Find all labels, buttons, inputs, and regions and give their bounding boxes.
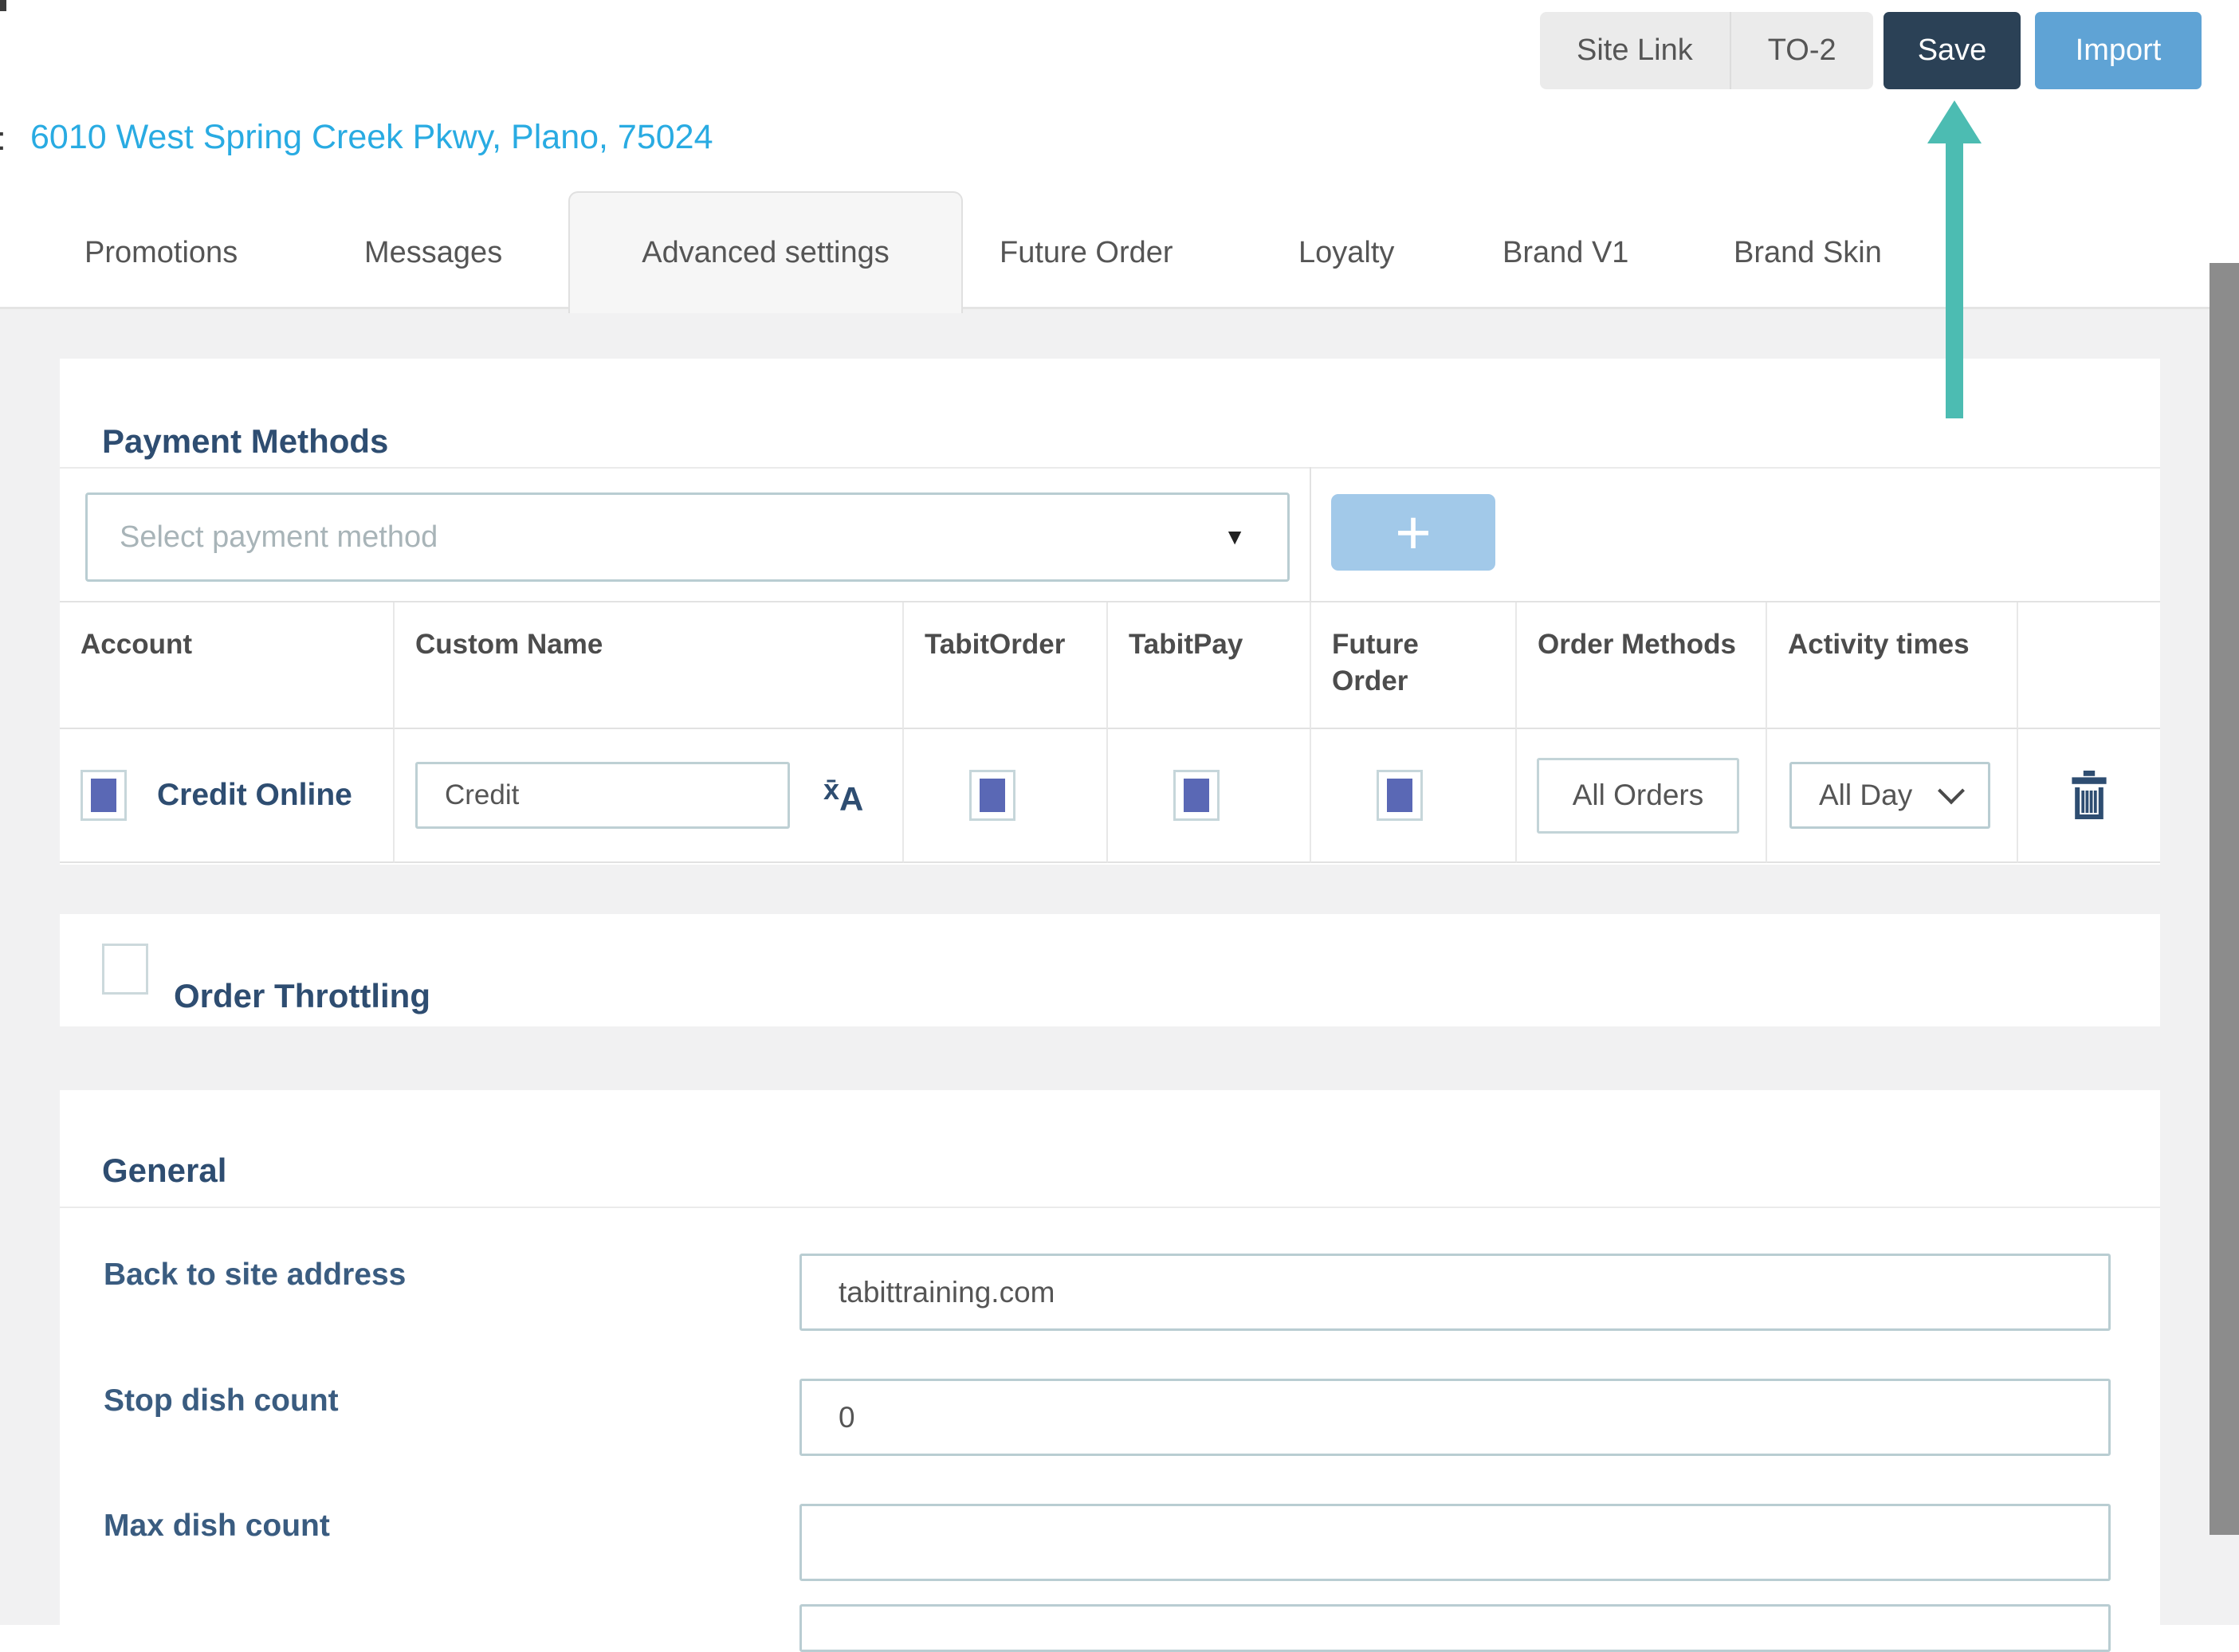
activity-times-select[interactable]: All Day xyxy=(1789,762,1990,829)
order-methods-button[interactable]: All Orders xyxy=(1537,758,1739,834)
column-header-future-order: Future Order xyxy=(1311,602,1517,729)
custom-name-input[interactable] xyxy=(415,762,790,829)
site-address-link[interactable]: 6010 West Spring Creek Pkwy, Plano, 7502… xyxy=(30,118,713,157)
vertical-divider xyxy=(1310,467,1311,601)
plus-icon: + xyxy=(1395,497,1432,567)
tabitorder-checkbox[interactable] xyxy=(969,770,1015,821)
table-row-account-cell: Credit Online xyxy=(60,729,395,863)
table-row-order-methods-cell: All Orders xyxy=(1517,729,1767,863)
tab-advanced-settings[interactable]: Advanced settings xyxy=(568,191,963,313)
stop-dish-count-input[interactable] xyxy=(799,1379,2111,1456)
back-to-site-address-input[interactable] xyxy=(799,1254,2111,1331)
tab-messages[interactable]: Messages xyxy=(364,236,502,270)
trash-icon[interactable] xyxy=(2068,771,2110,820)
column-header-tabitorder: TabitOrder xyxy=(904,602,1108,729)
column-header-order-methods: Order Methods xyxy=(1517,602,1767,729)
order-throttling-checkbox[interactable] xyxy=(102,944,148,995)
tab-brand-skin[interactable]: Brand Skin xyxy=(1734,236,1882,270)
activity-times-value: All Day xyxy=(1792,779,1942,812)
tab-bar: Promotions Messages Advanced settings Fu… xyxy=(0,169,2239,309)
next-field-input-partial[interactable] xyxy=(799,1604,2111,1652)
future-order-checkbox[interactable] xyxy=(1377,770,1423,821)
column-header-tabitpay: TabitPay xyxy=(1108,602,1311,729)
max-dish-count-label: Max dish count xyxy=(104,1509,330,1544)
add-payment-method-button[interactable]: + xyxy=(1331,494,1495,571)
tabitpay-checkbox[interactable] xyxy=(1173,770,1220,821)
scrollbar-thumb[interactable] xyxy=(2210,263,2239,1535)
column-header-activity-times: Activity times xyxy=(1767,602,2018,729)
header-button-group: Site Link TO-2 xyxy=(1540,12,1873,89)
general-section: General Back to site address Stop dish c… xyxy=(60,1090,2160,1648)
column-header-actions xyxy=(2018,602,2160,729)
chevron-down-icon xyxy=(1938,777,1965,804)
table-row-tabitorder-cell xyxy=(904,729,1108,863)
general-title: General xyxy=(102,1152,226,1190)
checkbox-fill xyxy=(1184,779,1209,812)
table-row-actions-cell xyxy=(2018,729,2160,863)
credit-online-checkbox[interactable] xyxy=(81,770,127,821)
tab-brand-v1[interactable]: Brand V1 xyxy=(1502,236,1628,270)
payment-methods-table: Account Custom Name TabitOrder TabitPay … xyxy=(60,601,2160,863)
tab-advanced-settings-label: Advanced settings xyxy=(642,236,890,270)
save-button[interactable]: Save xyxy=(1884,12,2021,89)
column-header-custom-name: Custom Name xyxy=(395,602,904,729)
annotation-arrow-up xyxy=(1921,94,1988,422)
order-throttling-section: Order Throttling xyxy=(60,914,2160,1026)
max-dish-count-input[interactable] xyxy=(799,1504,2111,1581)
payment-method-select-placeholder: Select payment method xyxy=(88,520,1224,555)
stop-dish-count-label: Stop dish count xyxy=(104,1383,339,1419)
table-row-activity-times-cell: All Day xyxy=(1767,729,2018,863)
back-to-site-address-label: Back to site address xyxy=(104,1258,406,1293)
payment-methods-title: Payment Methods xyxy=(102,422,388,461)
tab-promotions[interactable]: Promotions xyxy=(84,236,238,270)
checkbox-fill xyxy=(91,779,116,812)
section-divider xyxy=(60,467,2160,469)
caret-down-icon: ▼ xyxy=(1224,524,1287,550)
clipped-ui-fragment xyxy=(0,0,6,11)
table-row-future-order-cell xyxy=(1311,729,1517,863)
order-throttling-title: Order Throttling xyxy=(174,977,430,1015)
tab-loyalty[interactable]: Loyalty xyxy=(1298,236,1394,270)
table-row-custom-name-cell: x̄A xyxy=(395,729,904,863)
site-link-button[interactable]: Site Link xyxy=(1540,12,1730,89)
checkbox-fill xyxy=(980,779,1005,812)
table-row-tabitpay-cell xyxy=(1108,729,1311,863)
payment-method-select[interactable]: Select payment method ▼ xyxy=(85,492,1290,582)
payment-method-name: Credit Online xyxy=(157,778,352,813)
translate-icon[interactable]: x̄A xyxy=(823,773,863,818)
import-button[interactable]: Import xyxy=(2035,12,2202,89)
checkbox-fill xyxy=(1387,779,1412,812)
column-header-account: Account xyxy=(60,602,395,729)
tab-future-order[interactable]: Future Order xyxy=(1000,236,1173,270)
payment-methods-section: Payment Methods Select payment method ▼ … xyxy=(60,359,2160,865)
to-2-button[interactable]: TO-2 xyxy=(1731,12,1873,89)
section-divider xyxy=(60,1207,2160,1208)
clipped-label-fragment: : xyxy=(0,120,6,158)
